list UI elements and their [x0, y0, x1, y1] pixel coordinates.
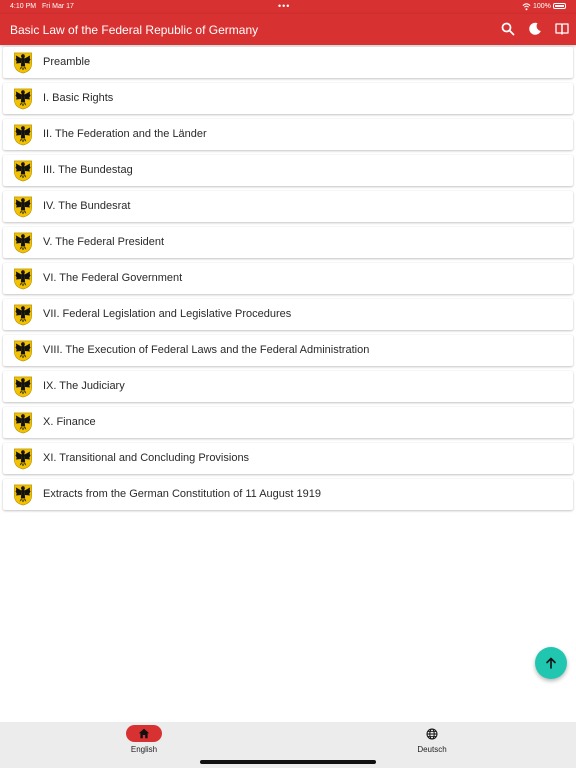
chapter-title: V. The Federal President: [43, 236, 165, 248]
federal-eagle-icon: [13, 447, 33, 470]
chapter-list-item[interactable]: IX. The Judiciary: [3, 371, 573, 402]
page-title: Basic Law of the Federal Republic of Ger…: [10, 23, 259, 37]
chapter-list-item[interactable]: III. The Bundestag: [3, 155, 573, 186]
federal-eagle-icon: [13, 159, 33, 182]
scroll-to-top-button[interactable]: [535, 647, 567, 679]
chapter-title: VII. Federal Legislation and Legislative…: [43, 308, 292, 320]
chapter-list: Preamble I. Basic Rights II. The Federatio…: [3, 47, 573, 515]
search-icon[interactable]: [500, 21, 516, 37]
federal-eagle-icon: [13, 123, 33, 146]
status-bar: 4:10 PM Fri Mar 17 ••• 100%: [0, 0, 576, 14]
chapter-title: XI. Transitional and Concluding Provisio…: [43, 452, 250, 464]
chapter-title: VIII. The Execution of Federal Laws and …: [43, 344, 370, 356]
chapter-title: VI. The Federal Government: [43, 272, 183, 284]
chapter-list-item[interactable]: IV. The Bundesrat: [3, 191, 573, 222]
chapter-title: III. The Bundestag: [43, 164, 133, 176]
home-indicator[interactable]: [200, 760, 376, 764]
chapter-list-item[interactable]: XI. Transitional and Concluding Provisio…: [3, 443, 573, 474]
wifi-icon: [522, 3, 531, 11]
multitask-dots[interactable]: •••: [278, 1, 290, 11]
federal-eagle-icon: [13, 411, 33, 434]
battery-percent: 100%: [533, 3, 551, 10]
status-time: 4:10 PM: [10, 3, 37, 10]
chapter-list-item[interactable]: Preamble: [3, 47, 573, 78]
nav-english-indicator: [126, 725, 162, 742]
federal-eagle-icon: [13, 375, 33, 398]
federal-eagle-icon: [13, 51, 33, 74]
battery-icon: [553, 3, 566, 9]
federal-eagle-icon: [13, 231, 33, 254]
chapter-title: IX. The Judiciary: [43, 380, 125, 392]
status-date: Fri Mar 17: [42, 3, 74, 10]
nav-english-label: English: [130, 745, 158, 754]
chapter-title: Preamble: [43, 56, 91, 68]
chapter-list-item[interactable]: VI. The Federal Government: [3, 263, 573, 294]
federal-eagle-icon: [13, 87, 33, 110]
federal-eagle-icon: [13, 267, 33, 290]
home-icon: [138, 728, 150, 739]
federal-eagle-icon: [13, 303, 33, 326]
nav-deutsch[interactable]: Deutsch: [372, 722, 492, 768]
chapter-list-item[interactable]: VII. Federal Legislation and Legislative…: [3, 299, 573, 330]
chapter-title: Extracts from the German Constitution of…: [43, 488, 321, 500]
nav-english[interactable]: English: [84, 722, 204, 768]
chapter-title: X. Finance: [43, 416, 96, 428]
chapter-list-item[interactable]: V. The Federal President: [3, 227, 573, 258]
chapter-title: II. The Federation and the Länder: [43, 128, 207, 140]
app-bar: Basic Law of the Federal Republic of Ger…: [0, 14, 576, 45]
chapter-list-item[interactable]: I. Basic Rights: [3, 83, 573, 114]
book-icon[interactable]: [554, 21, 570, 37]
chapter-list-item[interactable]: X. Finance: [3, 407, 573, 438]
chapter-list-item[interactable]: Extracts from the German Constitution of…: [3, 479, 573, 510]
chapter-list-item[interactable]: VIII. The Execution of Federal Laws and …: [3, 335, 573, 366]
dark-mode-moon-icon[interactable]: [527, 21, 543, 37]
nav-deutsch-label: Deutsch: [417, 745, 447, 754]
globe-icon: [426, 728, 438, 740]
chapter-list-item[interactable]: II. The Federation and the Länder: [3, 119, 573, 150]
federal-eagle-icon: [13, 195, 33, 218]
chapter-title: I. Basic Rights: [43, 92, 114, 104]
federal-eagle-icon: [13, 339, 33, 362]
nav-deutsch-indicator: [414, 725, 450, 742]
arrow-up-icon: [546, 657, 556, 669]
chapter-title: IV. The Bundesrat: [43, 200, 131, 212]
federal-eagle-icon: [13, 483, 33, 506]
